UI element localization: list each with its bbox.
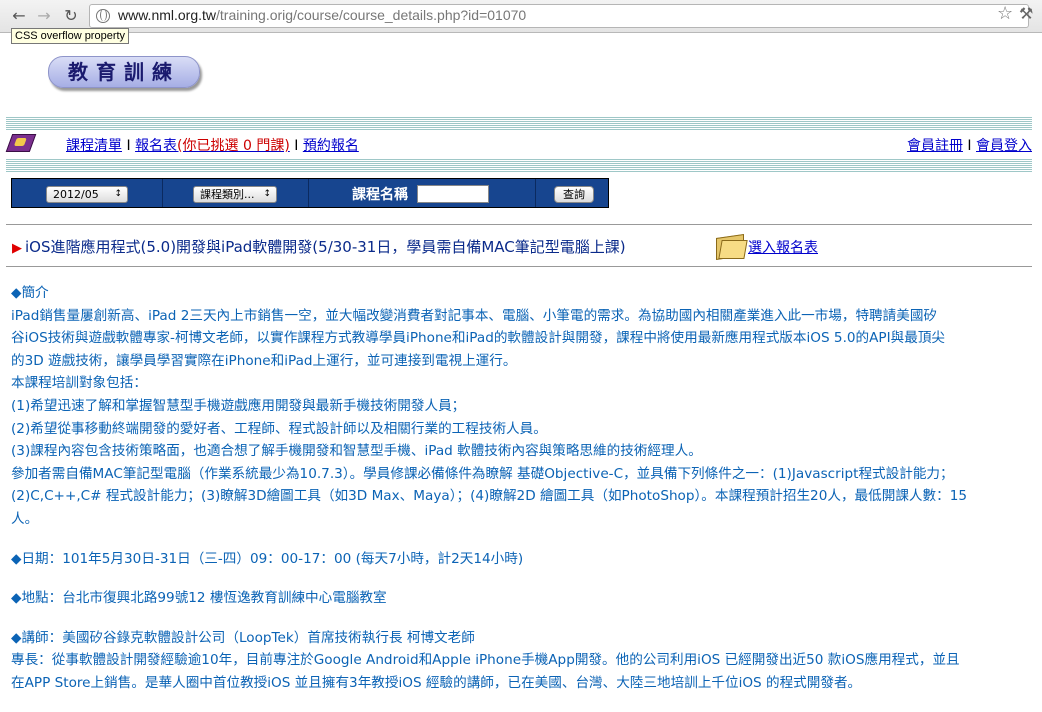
divider <box>6 266 1032 267</box>
globe-icon <box>96 9 110 23</box>
nav-links: 課程清單 I 報名表(你已挑選 0 門課) I 預約報名 <box>66 138 359 154</box>
arrow-icon: ▶ <box>12 241 22 256</box>
reserve-link[interactable]: 預約報名 <box>303 138 359 154</box>
intro-heading: ◆簡介 <box>11 285 49 301</box>
stripe-divider <box>6 116 1032 130</box>
login-link[interactable]: 會員登入 <box>976 138 1032 154</box>
month-select[interactable]: 2012/05 ↕ <box>46 186 128 203</box>
intro-line: (2)希望從事移動終端開發的愛好者、工程師、程式設計師以及相關行業的工程技術人員… <box>11 420 547 437</box>
cell-divider <box>535 179 536 207</box>
forward-icon[interactable]: → <box>33 6 55 26</box>
search-bar: 2012/05 ↕ 課程類別... ↕ 課程名稱 查詢 <box>11 178 609 208</box>
wrench-icon[interactable]: ⚒ <box>1019 4 1033 23</box>
query-button[interactable]: 查詢 <box>554 186 594 203</box>
intro-line: (2)C,C++,C# 程式設計能力；(3)瞭解3D繪圖工具（如3D Max、M… <box>11 488 967 505</box>
instructor-line: 專長：從事軟體設計開發經驗逾10年，目前專注於Google Android和Ap… <box>11 652 960 669</box>
selected-count: (你已挑選 0 門課) <box>177 138 290 154</box>
intro-line: 參加者需自備MAC筆記型電腦（作業系統最少為10.7.3）。學員修課必備條件為瞭… <box>11 465 954 482</box>
course-details: ◆簡介 iPad銷售量屢創新高、iPad 2三天內上市銷售一空，並大幅改變消費者… <box>11 282 1031 695</box>
date-info: ◆日期：101年5月30日-31日（三-四）09：00-17：00 (每天7小時… <box>11 550 524 567</box>
enroll-link[interactable]: 選入報名表 <box>748 237 818 257</box>
browser-toolbar: ← → ↻ www.nml.org.tw/training.orig/cours… <box>0 0 1042 33</box>
reload-icon[interactable]: ↻ <box>60 6 82 26</box>
divider <box>6 224 1032 225</box>
course-list-link[interactable]: 課程清單 <box>66 138 122 154</box>
course-title: ▶ iOS進階應用程式(5.0)開發與iPad軟體開發(5/30-31日，學員需自… <box>12 238 626 256</box>
location-info: ◆地點：台北市復興北路99號12 樓恆逸教育訓練中心電腦教室 <box>11 590 387 607</box>
book-icon <box>5 134 37 152</box>
back-icon[interactable]: ← <box>8 6 30 26</box>
folder-icon[interactable] <box>716 232 748 260</box>
cell-divider <box>308 179 309 207</box>
intro-line: 人。 <box>11 510 39 527</box>
nav-row: 課程清單 I 報名表(你已挑選 0 門課) I 預約報名 會員註冊 I 會員登入 <box>5 132 1032 156</box>
course-name-label: 課程名稱 <box>352 187 408 203</box>
instructor-info: ◆講師：美國矽谷錄克軟體設計公司（LoopTek）首席技術執行長 柯博文老師 <box>11 629 475 646</box>
course-name-input[interactable] <box>417 185 489 203</box>
site-logo[interactable]: 教育訓練 <box>48 56 200 88</box>
category-select[interactable]: 課程類別... ↕ <box>193 186 277 203</box>
bookmark-star-icon[interactable]: ☆ <box>997 3 1013 24</box>
intro-line: iPad銷售量屢創新高、iPad 2三天內上市銷售一空，並大幅改變消費者對記事本… <box>11 307 938 324</box>
register-link[interactable]: 會員註冊 <box>907 138 963 154</box>
member-links: 會員註冊 I 會員登入 <box>906 138 1032 154</box>
url-text: www.nml.org.tw/training.orig/course/cour… <box>118 7 527 23</box>
address-bar[interactable]: www.nml.org.tw/training.orig/course/cour… <box>89 4 1029 28</box>
intro-line: 的3D 遊戲技術，讓學員學習實際在iPhone和iPad上運行，並可連接到電視上… <box>11 352 517 369</box>
intro-line: (3)課程內容包含技術策略面，也適合想了解手機開發和智慧型手機、iPad 軟體技… <box>11 443 702 460</box>
intro-line: (1)希望迅速了解和掌握智慧型手機遊戲應用開發與最新手機技術開發人員； <box>11 397 466 414</box>
intro-line: 谷iOS技術與遊戲軟體專家-柯博文老師，以實作課程方式教導學員iPhone和iP… <box>11 330 946 347</box>
stripe-divider <box>6 158 1032 172</box>
cell-divider <box>162 179 163 207</box>
tooltip: CSS overflow property <box>11 28 130 44</box>
intro-line: 本課程培訓對象包括： <box>11 375 147 392</box>
instructor-line: 在APP Store上銷售。是華人圈中首位教授iOS 並且擁有3年教授iOS 經… <box>11 674 862 691</box>
signup-form-link[interactable]: 報名表(你已挑選 0 門課) <box>135 138 290 154</box>
